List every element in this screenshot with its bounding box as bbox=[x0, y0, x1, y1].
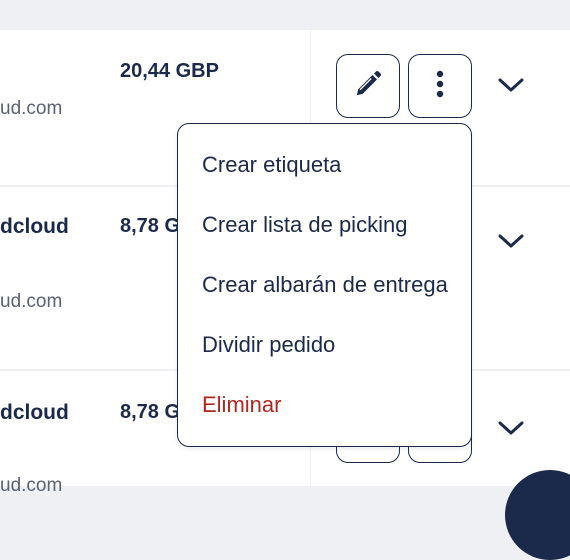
chevron-down-icon bbox=[497, 419, 525, 442]
chevron-down-icon bbox=[497, 76, 525, 99]
more-actions-button[interactable] bbox=[408, 54, 472, 118]
expand-row-button[interactable] bbox=[496, 228, 526, 258]
expand-row-button[interactable] bbox=[496, 72, 526, 102]
pencil-icon bbox=[353, 69, 383, 104]
customer-email: ud.com bbox=[0, 98, 63, 119]
order-amount: 20,44 GBP bbox=[120, 60, 219, 82]
customer-email: ud.com bbox=[0, 291, 63, 312]
menu-item-create-label[interactable]: Crear etiqueta bbox=[202, 152, 341, 178]
customer-name: dcloud bbox=[0, 215, 69, 238]
order-actions-menu: Crear etiqueta Crear lista de picking Cr… bbox=[177, 123, 472, 447]
customer-name: dcloud bbox=[0, 401, 69, 424]
more-vertical-icon bbox=[436, 70, 444, 103]
order-amount: 8,78 G bbox=[120, 401, 181, 423]
order-amount: 8,78 G bbox=[120, 215, 181, 237]
menu-item-delete[interactable]: Eliminar bbox=[202, 392, 281, 418]
customer-email: ud.com bbox=[0, 475, 63, 496]
expand-row-button[interactable] bbox=[496, 415, 526, 445]
menu-item-create-delivery-note[interactable]: Crear albarán de entrega bbox=[202, 272, 448, 298]
menu-item-split-order[interactable]: Dividir pedido bbox=[202, 332, 335, 358]
chevron-down-icon bbox=[497, 232, 525, 255]
menu-item-create-picking-list[interactable]: Crear lista de picking bbox=[202, 212, 407, 238]
edit-button[interactable] bbox=[336, 54, 400, 118]
